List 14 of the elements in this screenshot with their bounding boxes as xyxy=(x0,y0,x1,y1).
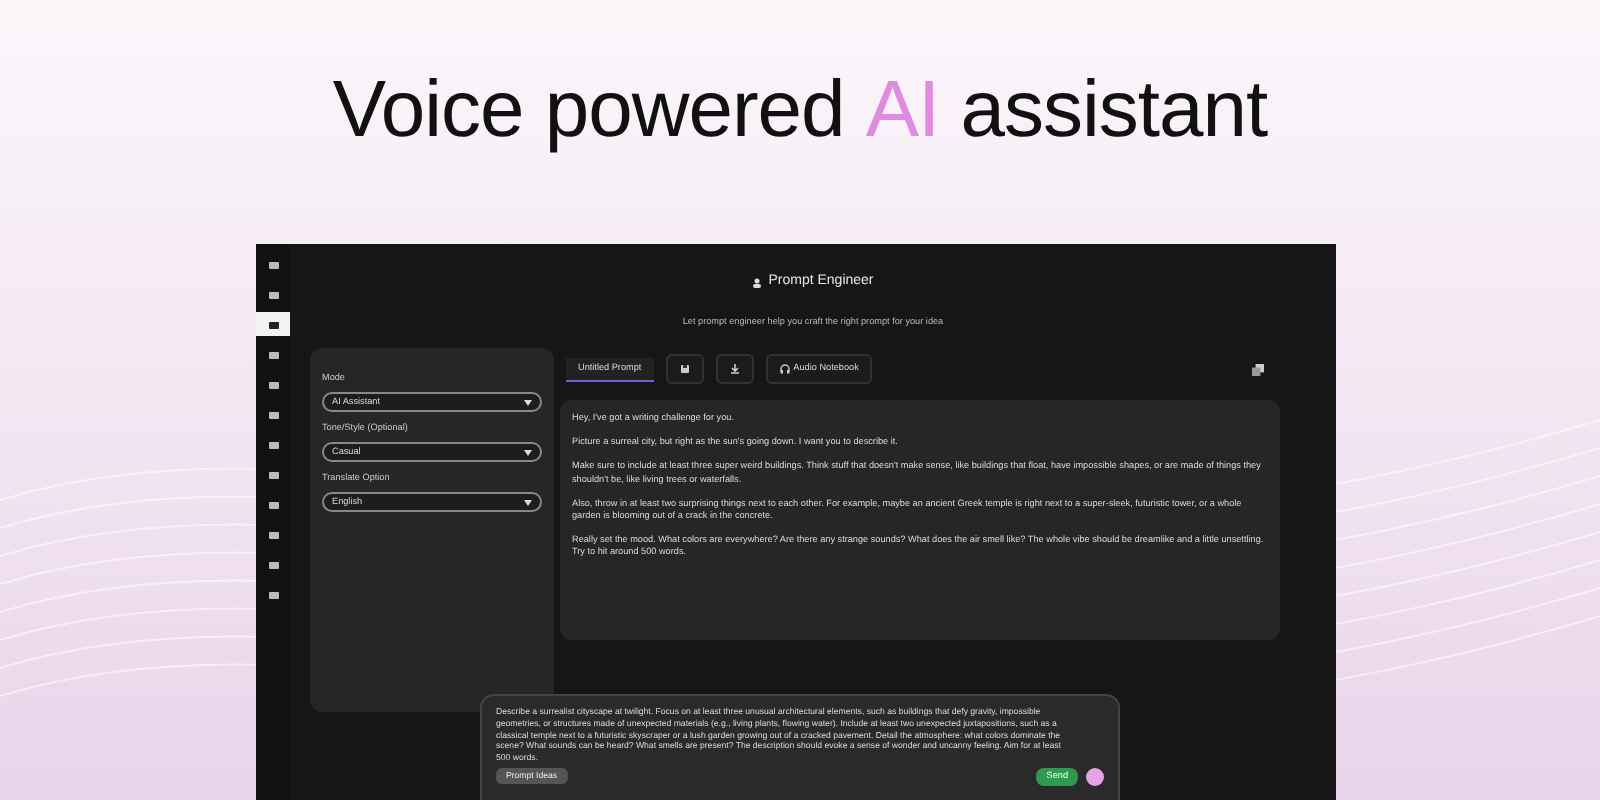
sidebar-item[interactable] xyxy=(256,312,290,336)
person-icon xyxy=(752,277,763,288)
prompt-input[interactable] xyxy=(480,694,1120,800)
caret-icon xyxy=(524,449,532,456)
headline: Voice powered AI assistant xyxy=(330,64,1270,158)
download-button[interactable] xyxy=(715,354,754,385)
save-icon xyxy=(679,364,690,375)
voice-button[interactable] xyxy=(1086,767,1104,786)
caret-icon xyxy=(524,499,532,506)
copy-icon[interactable] xyxy=(1252,363,1264,376)
save-button[interactable] xyxy=(665,354,704,385)
headphones-icon xyxy=(779,364,790,375)
download-icon xyxy=(729,364,740,375)
caret-icon xyxy=(524,399,532,406)
